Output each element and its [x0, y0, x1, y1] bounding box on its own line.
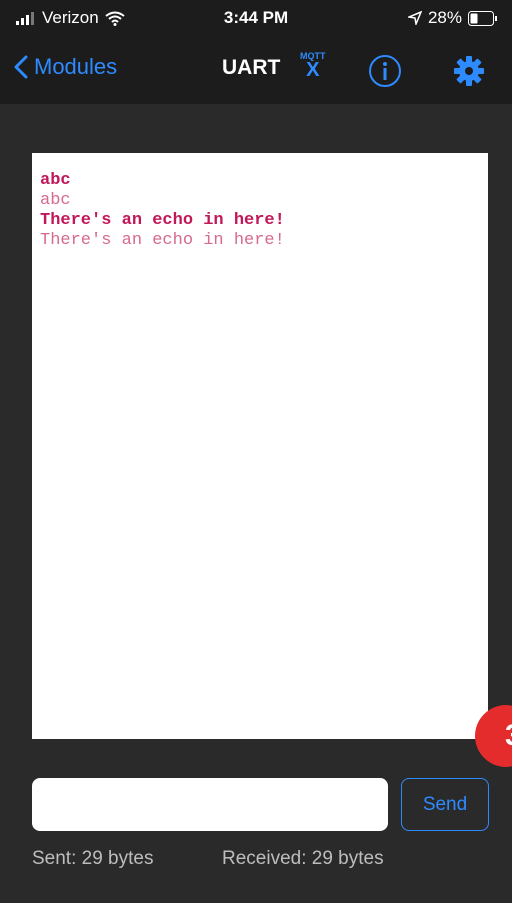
floating-action-label: 3	[505, 719, 512, 753]
info-icon	[369, 55, 401, 87]
terminal-line-sent: abc	[40, 171, 71, 190]
back-button[interactable]: Modules	[14, 54, 117, 80]
received-bytes-label: Received: 29 bytes	[222, 848, 384, 869]
gear-icon	[454, 56, 484, 86]
status-bar: Verizon 3:44 PM 28%	[0, 0, 512, 38]
message-input[interactable]	[32, 778, 388, 831]
chevron-left-icon	[14, 55, 28, 79]
terminal-line-received: There's an echo in here!	[40, 231, 285, 250]
mqtt-icon-x: X	[306, 59, 320, 81]
status-right: 28%	[407, 8, 498, 28]
location-arrow-icon	[407, 11, 422, 25]
page-title: UART	[222, 56, 281, 79]
battery-percent: 28%	[427, 8, 462, 27]
navigation-bar: Modules UART MQTT X	[0, 38, 512, 104]
uart-terminal[interactable]: abc abc There's an echo in here! There's…	[32, 153, 488, 739]
battery-icon	[468, 10, 497, 26]
terminal-line-received: abc	[40, 191, 71, 210]
send-button[interactable]: Send	[401, 778, 489, 831]
back-button-label: Modules	[34, 54, 118, 79]
settings-button[interactable]	[452, 54, 486, 93]
sent-bytes-label: Sent: 29 bytes	[32, 848, 154, 869]
mqtt-icon[interactable]: MQTT X	[300, 52, 326, 81]
terminal-line-sent: There's an echo in here!	[40, 211, 285, 230]
info-button[interactable]	[368, 54, 402, 93]
